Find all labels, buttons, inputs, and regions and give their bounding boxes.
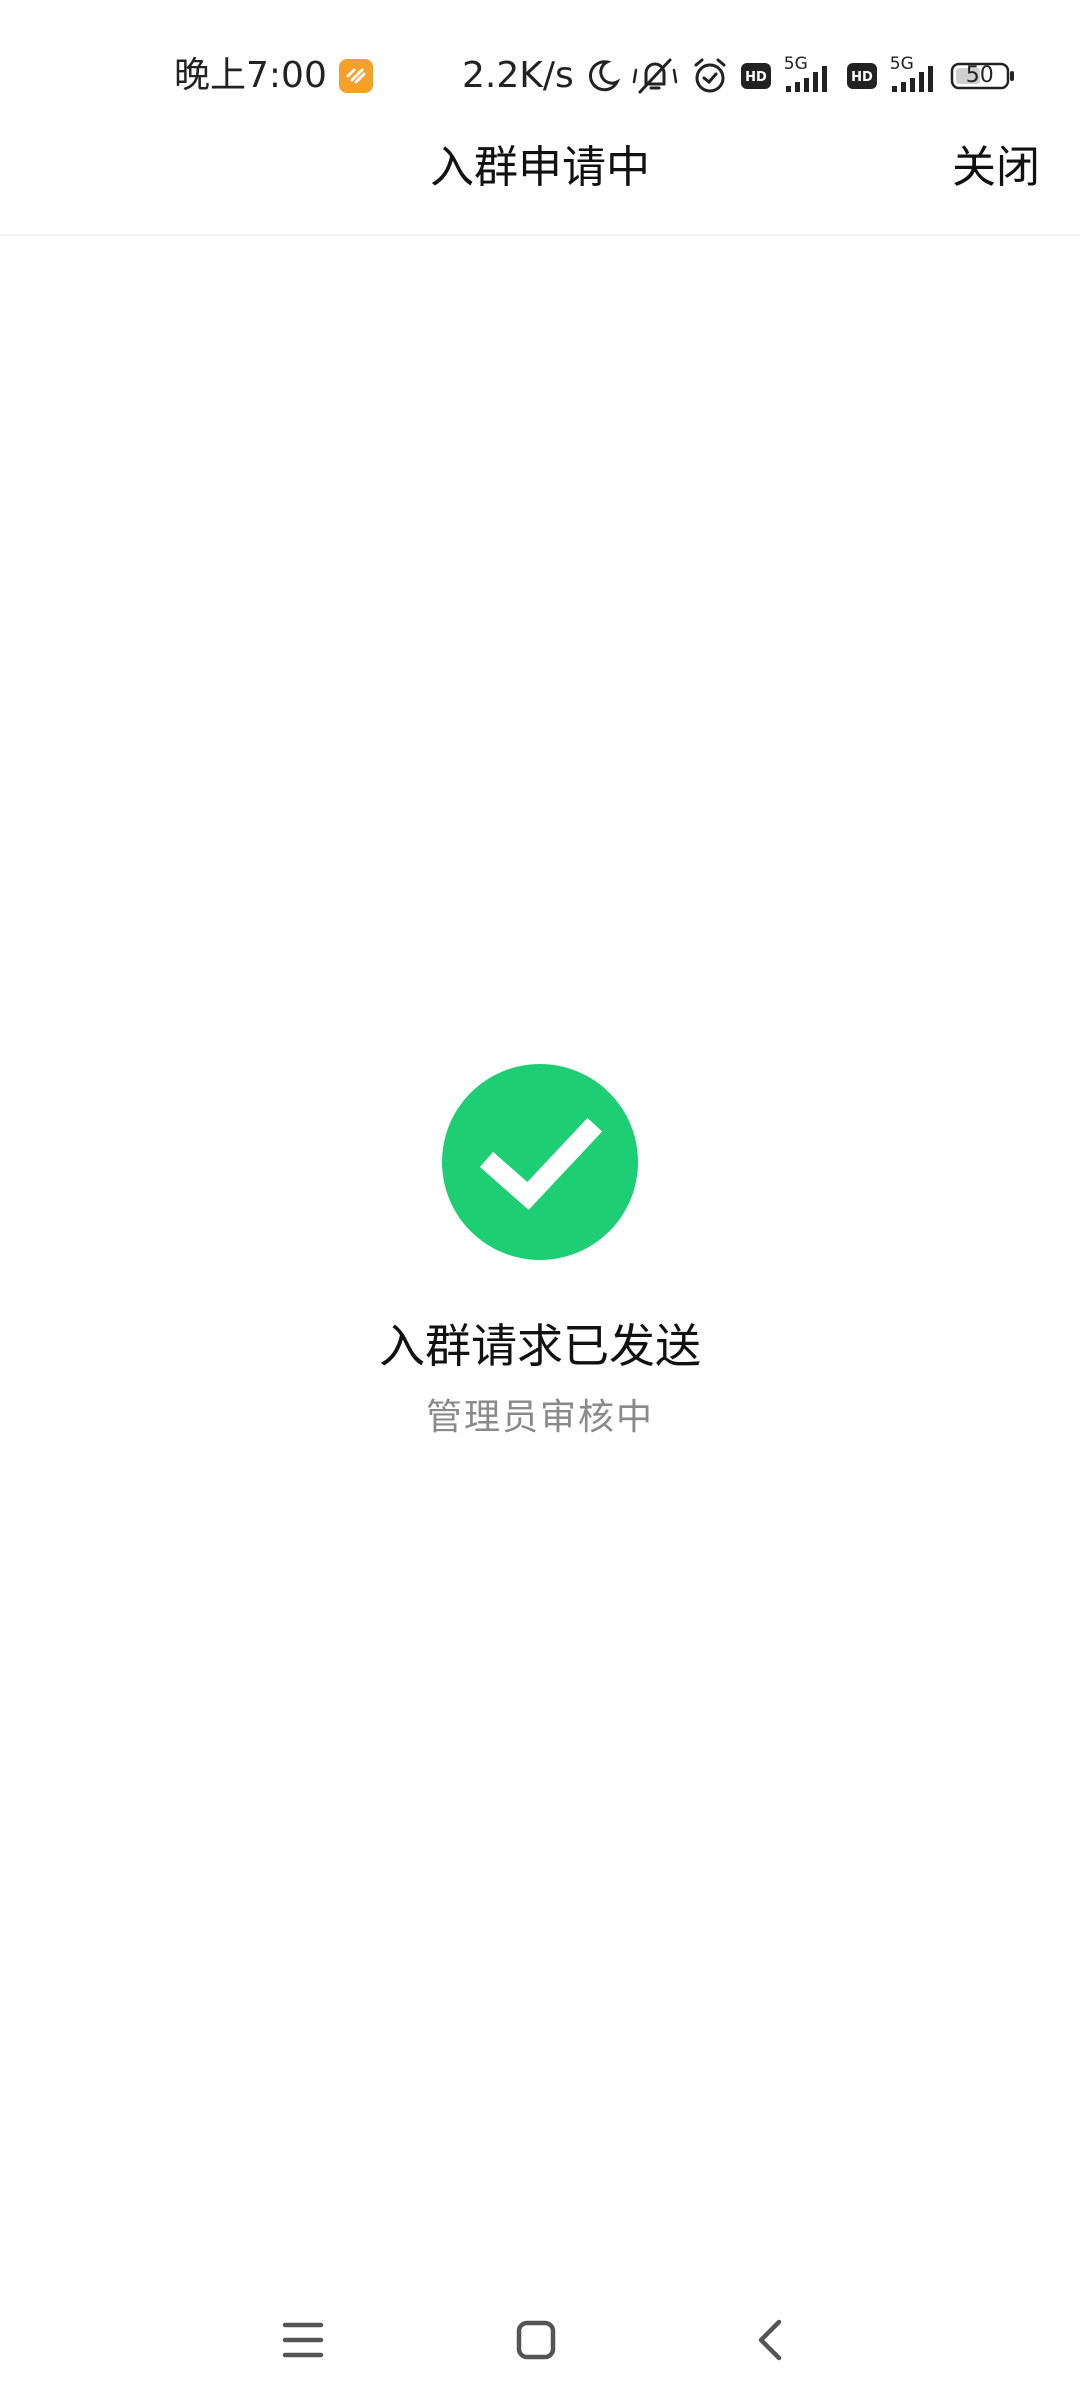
menu-icon[interactable] (273, 2310, 333, 2370)
signal-icon: 5G (882, 48, 948, 104)
back-icon[interactable] (740, 2310, 800, 2370)
status-time-group: 晚上7:00 (174, 48, 373, 104)
net-speed: 2.2K/s (462, 55, 574, 96)
navigation-bar (0, 2300, 1080, 2380)
battery-level: 50 (965, 63, 994, 88)
result-area: 入群请求已发送 管理员审核中 (0, 1064, 1080, 1442)
home-icon[interactable] (506, 2310, 566, 2370)
check-circle-icon (442, 1064, 638, 1260)
network-type-label: 5G (783, 54, 808, 74)
hd-icon: HD (736, 48, 776, 104)
close-button[interactable]: 关闭 (952, 118, 1040, 218)
page-title: 入群申请中 (430, 142, 650, 193)
network-type-label: 5G (889, 54, 914, 74)
status-time: 晚上7:00 (174, 55, 327, 96)
signal-icon: 5G (776, 48, 842, 104)
result-title: 入群请求已发送 (379, 1319, 701, 1373)
svg-text:HD: HD (851, 70, 873, 85)
result-subtitle: 管理员审核中 (425, 1397, 654, 1438)
status-icons-group: 2.2K/s HD 5G HD 5G 50 (462, 48, 1018, 104)
svg-text:HD: HD (745, 70, 767, 85)
hd-icon: HD (842, 48, 882, 104)
battery-icon: 50 (948, 48, 1018, 104)
app-badge-icon (338, 59, 373, 93)
moon-icon (580, 48, 626, 104)
mute-bell-icon (626, 48, 684, 104)
title-bar: 入群申请中 关闭 (0, 118, 1080, 236)
alarm-icon (684, 48, 736, 104)
